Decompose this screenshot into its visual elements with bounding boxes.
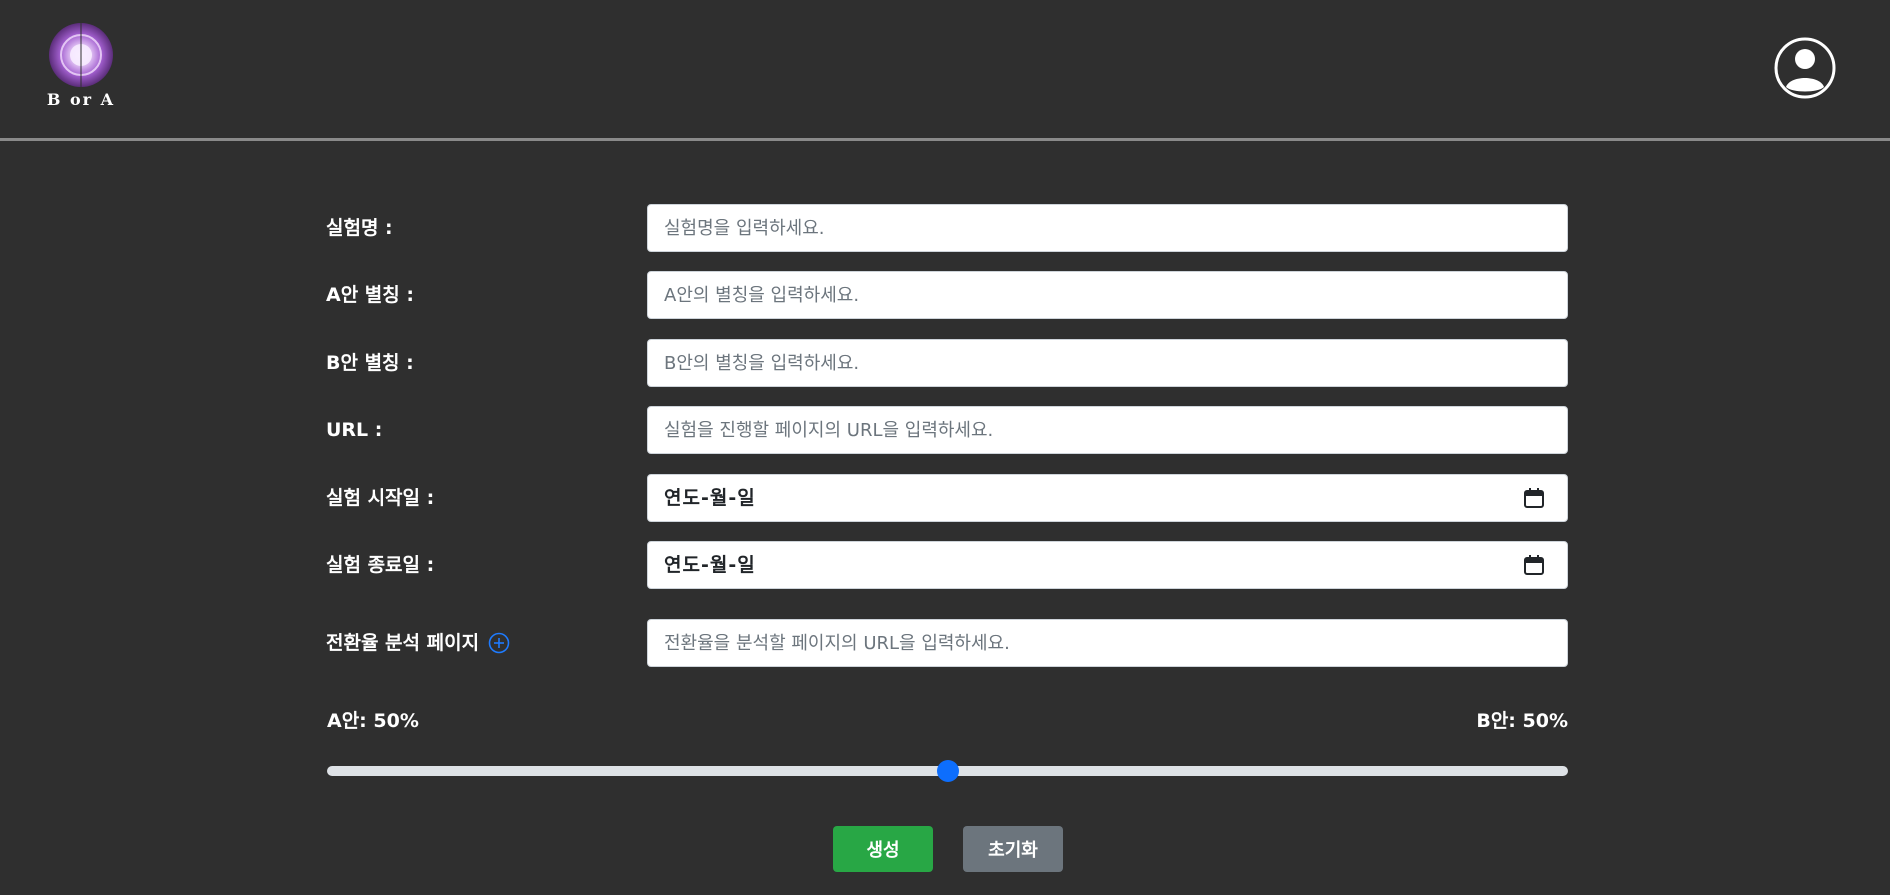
start-date-label: 실험 시작일 : (326, 487, 435, 509)
app-header: B or A (0, 0, 1890, 141)
end-date-label: 실험 종료일 : (326, 554, 435, 576)
b-alias-row: B안 별칭 : (326, 339, 1568, 387)
url-input[interactable] (647, 406, 1568, 454)
ab-ratio-slider[interactable] (327, 760, 1568, 782)
end-date-placeholder: 연도-월-일 (664, 554, 756, 576)
a-alias-input[interactable] (647, 271, 1568, 319)
calendar-icon[interactable] (1523, 554, 1545, 576)
b-ratio-label: B안: 50% (1476, 710, 1568, 732)
logo-text: B or A (46, 90, 116, 109)
url-label: URL : (326, 419, 383, 441)
experiment-name-row: 실험명 : (326, 204, 1568, 252)
slider-thumb[interactable] (936, 760, 959, 782)
conversion-page-label: 전환율 분석 페이지 (326, 632, 480, 654)
end-date-row: 실험 종료일 : 연도-월-일 (326, 541, 1568, 589)
b-alias-label: B안 별칭 : (326, 352, 414, 374)
a-ratio-label: A안: 50% (327, 710, 419, 732)
start-date-input[interactable]: 연도-월-일 (647, 474, 1568, 522)
logo[interactable]: B or A (40, 22, 122, 112)
conversion-page-row: 전환율 분석 페이지 (326, 619, 1568, 667)
end-date-input[interactable]: 연도-월-일 (647, 541, 1568, 589)
url-row: URL : (326, 406, 1568, 454)
experiment-name-label: 실험명 : (326, 217, 393, 239)
conversion-page-input[interactable] (647, 619, 1568, 667)
calendar-icon[interactable] (1523, 487, 1545, 509)
logo-mark-icon (49, 23, 113, 87)
start-date-placeholder: 연도-월-일 (664, 487, 756, 509)
reset-button[interactable]: 초기화 (963, 826, 1063, 872)
plus-circle-icon[interactable] (488, 632, 510, 654)
a-alias-label: A안 별칭 : (326, 284, 414, 306)
experiment-name-input[interactable] (647, 204, 1568, 252)
b-alias-input[interactable] (647, 339, 1568, 387)
create-button[interactable]: 생성 (833, 826, 933, 872)
user-circle-icon[interactable] (1774, 37, 1836, 99)
start-date-row: 실험 시작일 : 연도-월-일 (326, 474, 1568, 522)
a-alias-row: A안 별칭 : (326, 271, 1568, 319)
